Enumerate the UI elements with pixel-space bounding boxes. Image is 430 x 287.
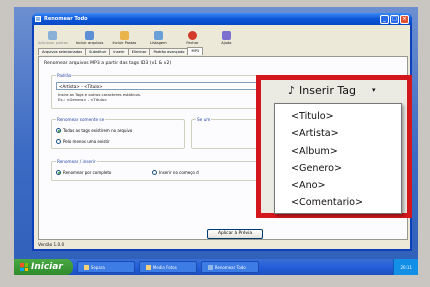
radio-at-least-one[interactable]: Pelo menos uma existir [56, 139, 110, 144]
add-folders-button[interactable]: Adicionar pastas [38, 31, 68, 45]
taskbar-item[interactable]: Media Fotos [138, 261, 197, 273]
maximize-button[interactable]: □ [390, 14, 399, 24]
windows-logo-icon [20, 263, 28, 271]
apply-preview-button[interactable]: Aplicar à Prévia [207, 229, 263, 239]
panel-heading: Renomear arquivos MP3 a partir das tags … [44, 61, 172, 66]
insert-tag-button[interactable]: ♪ Inserir Tag ▾ [262, 81, 406, 99]
dropdown-arrow-icon: ▾ [371, 86, 376, 94]
version-status: Versão 1.0.0 [38, 242, 65, 247]
pattern-input[interactable]: <Artista> - <Titulo> [56, 82, 278, 90]
desktop: Renomear Todo _ □ × Adicionar pastas Inc… [14, 7, 418, 275]
radio-dot [56, 139, 61, 144]
if-group-label: Se um [196, 117, 212, 122]
window-title: Renomear Todo [44, 16, 88, 22]
tab-selected-files[interactable]: Arquivos selecionados [38, 48, 87, 55]
listing-button[interactable]: Listagem [145, 31, 171, 45]
close-button[interactable]: × [400, 14, 409, 24]
pattern-group-label: Padrão [56, 73, 73, 78]
radio-rename-complete[interactable]: Renomear por completo [56, 170, 111, 175]
tab-remove[interactable]: Eliminar [127, 48, 151, 55]
start-button[interactable]: Iniciar [14, 259, 73, 275]
menu-item-ano[interactable]: <Ano> [275, 177, 401, 194]
pattern-hint: Insira as Tags e outros caracteres estát… [58, 92, 142, 102]
folders-icon [48, 31, 58, 40]
tab-replace[interactable]: Substituir [85, 48, 111, 55]
radio-dot [56, 128, 61, 133]
include-folders-button[interactable]: Incluir Pastas [111, 31, 137, 45]
music-note-icon: ♪ [288, 83, 296, 97]
help-button[interactable]: Ajuda [213, 31, 239, 45]
exit-button[interactable]: Fechar [179, 31, 205, 45]
radio-insert-start[interactable]: Inserir no começo d [152, 170, 199, 175]
insert-tag-callout: ♪ Inserir Tag ▾ <Titulo> <Artista> <Albu… [256, 75, 412, 218]
menu-item-titulo[interactable]: <Titulo> [275, 108, 401, 125]
list-icon [153, 31, 163, 40]
taskbar-item[interactable]: Renomear Todo [200, 261, 259, 273]
rename-insert-group: Renomear / inserir Renomear por completo… [51, 159, 281, 181]
system-tray: 20:11 [393, 259, 418, 275]
app-icon [35, 16, 41, 22]
folder-icon [145, 264, 151, 270]
menu-item-album[interactable]: <Album> [275, 143, 401, 160]
files-icon [85, 31, 95, 40]
folder-icon [83, 264, 89, 270]
clock: 20:11 [400, 264, 412, 270]
minimize-button[interactable]: _ [380, 14, 389, 24]
close-circle-icon [187, 31, 197, 40]
tag-menu: <Titulo> <Artista> <Album> <Genero> <Ano… [274, 103, 402, 214]
app-icon [207, 264, 213, 270]
tab-mp3[interactable]: MP3 [187, 47, 204, 55]
taskbar-item[interactable]: Separa [76, 261, 135, 273]
menu-item-genero[interactable]: <Genero> [275, 160, 401, 177]
tab-bar: Arquivos selecionados Substituir Inserir… [34, 47, 410, 55]
pattern-group: Padrão <Artista> - <Titulo> Insira as Ta… [51, 73, 281, 109]
radio-dot [56, 170, 61, 175]
add-files-button[interactable]: Incluir arquivos [76, 31, 103, 45]
title-bar[interactable]: Renomear Todo _ □ × [32, 13, 412, 25]
help-icon [221, 31, 231, 40]
toolbar: Adicionar pastas Incluir arquivos Inclui… [34, 25, 410, 47]
folder-icon [119, 31, 129, 40]
taskbar: Iniciar Separa Media Fotos Renomear Todo… [14, 259, 418, 275]
menu-item-artista[interactable]: <Artista> [275, 125, 401, 142]
rename-insert-label: Renomear / inserir [56, 159, 97, 164]
tab-advanced-pattern[interactable]: Padrão avançado [149, 48, 189, 55]
rename-only-group: Renomear somente se Todas as tags existi… [51, 117, 185, 149]
window-controls: _ □ × [380, 14, 409, 24]
menu-item-comentario[interactable]: <Comentario> [275, 194, 401, 211]
rename-only-label: Renomear somente se [56, 117, 106, 122]
tab-insert[interactable]: Inserir [109, 48, 129, 55]
radio-dot [152, 170, 157, 175]
radio-all-tags[interactable]: Todas as tags existirem no arquivo [56, 128, 132, 133]
